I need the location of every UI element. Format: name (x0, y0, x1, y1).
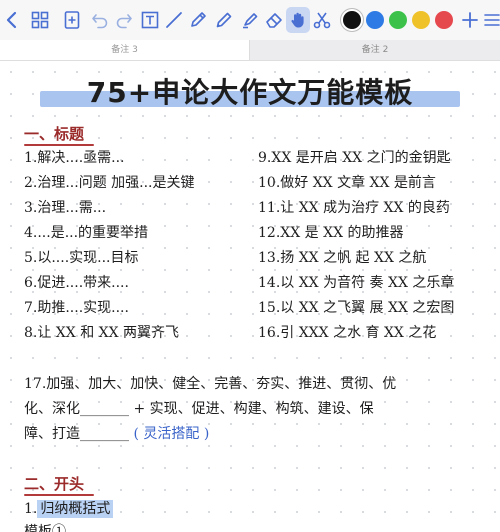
template-line: 11.让 XX 成为治疗 XX 的良药 (258, 200, 450, 216)
tab-bar: 备注 3 备注 2 (0, 40, 500, 61)
opening-label: 归纳概括式 (37, 500, 114, 518)
template-line: 12.XX 是 XX 的助推器 (258, 225, 404, 241)
paragraph-text: 障、打造_______ (24, 426, 129, 442)
tab-note-2[interactable]: 备注 2 (250, 40, 500, 60)
hand-icon[interactable] (286, 7, 310, 33)
pen-icon[interactable] (186, 7, 210, 33)
template-line: 10.做好 XX 文章 XX 是前言 (258, 175, 436, 191)
grid-icon[interactable] (28, 7, 52, 33)
template-line: 7.助推....实现.... (24, 300, 129, 316)
template-line: 16.引 XXX 之水 育 XX 之花 (258, 325, 437, 341)
add-icon[interactable] (458, 7, 482, 33)
opening-item: 1. 归纳概括式 (24, 498, 114, 520)
template-line: 15.以 XX 之飞翼 展 XX 之宏图 (258, 300, 455, 316)
template-line: 4....是...的重要举措 (24, 225, 149, 241)
template-sub-label: 模板① (24, 524, 66, 532)
line-tool-icon[interactable] (162, 7, 186, 33)
template-line-highlighted: 13.扬 XX 之帆 起 XX 之航 (258, 247, 431, 269)
redo-icon[interactable] (112, 7, 136, 33)
color-blue[interactable] (366, 11, 384, 29)
add-page-icon[interactable] (60, 7, 84, 33)
template-line: 6.促进....带来.... (24, 275, 129, 291)
section-underline (24, 144, 94, 146)
back-icon[interactable] (0, 7, 24, 33)
section-underline (24, 494, 94, 496)
note-page[interactable]: 75+申论大作文万能模板 一、标题 1.解决....亟需... 2.治理...问… (0, 61, 500, 532)
undo-icon[interactable] (88, 7, 112, 33)
template-line: 1.解决....亟需... (24, 150, 125, 166)
template-line: 14.以 XX 为音符 奏 XX 之乐章 (258, 275, 455, 291)
paragraph-line: 化、深化_______ + 实现、促进、构建、构筑、建设、保 (24, 401, 374, 417)
pencil-icon[interactable] (212, 7, 236, 33)
template-line-highlighted: 8.让 XX 和 XX 两翼齐飞 (24, 322, 184, 344)
paragraph-line: 障、打造_______ ( 灵活搭配 ) (24, 423, 209, 445)
page-title: 75+申论大作文万能模板 (86, 76, 414, 109)
title-block: 75+申论大作文万能模板 (40, 71, 460, 115)
text-tool-icon[interactable] (138, 7, 162, 33)
highlighter-icon[interactable] (238, 7, 262, 33)
scissors-icon[interactable] (310, 7, 334, 33)
template-line: 5.以....实现...目标 (24, 250, 139, 266)
color-red[interactable] (435, 11, 453, 29)
template-line-highlighted: 9.XX 是开启 XX 之门的金钥匙 (258, 147, 455, 169)
template-line: 2.治理...问题 加强...是关键 (24, 175, 195, 191)
color-green[interactable] (389, 11, 407, 29)
list-icon[interactable] (480, 7, 500, 33)
color-yellow[interactable] (412, 11, 430, 29)
paragraph-line: 17.加强、加大、加快、健全、完善、夯实、推进、贯彻、优 (24, 376, 397, 392)
section-heading-opening: 二、开头 (24, 475, 85, 493)
template-line: 3.治理...需... (24, 200, 107, 216)
toolbar (0, 0, 500, 40)
section-heading-titles: 一、标题 (24, 125, 85, 143)
color-black[interactable] (343, 11, 361, 29)
tab-note-3[interactable]: 备注 3 (0, 40, 250, 60)
flexible-note: ( 灵活搭配 ) (133, 426, 210, 442)
opening-number: 1. (24, 501, 38, 517)
eraser-icon[interactable] (262, 7, 286, 33)
